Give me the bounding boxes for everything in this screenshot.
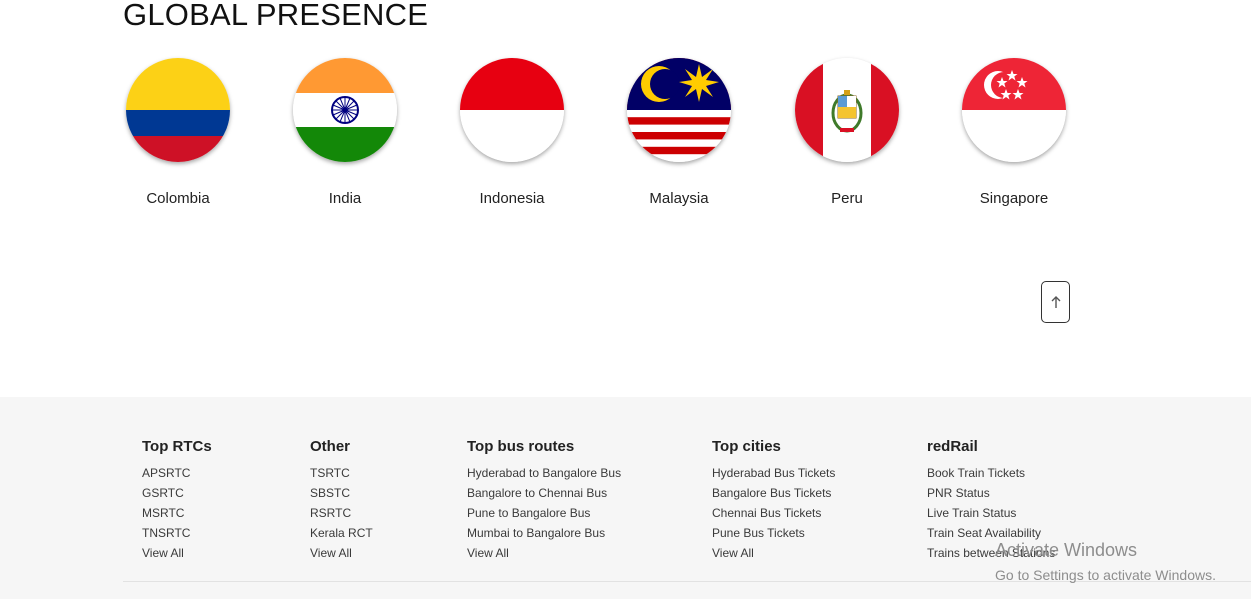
arrow-up-icon — [1051, 296, 1060, 308]
footer-divider — [123, 581, 1251, 582]
footer-link[interactable]: Live Train Status — [927, 503, 1055, 523]
footer-heading: Top cities — [712, 438, 781, 455]
footer-link[interactable]: Pune to Bangalore Bus — [467, 503, 621, 523]
country-label: Malaysia — [649, 190, 709, 207]
footer-heading: Other — [310, 438, 351, 455]
country-label: Colombia — [146, 190, 210, 207]
footer-link[interactable]: Bangalore to Chennai Bus — [467, 483, 621, 503]
colombia-flag-icon — [126, 58, 230, 162]
country-card-singapore[interactable]: Singapore — [944, 58, 1084, 207]
footer-link[interactable]: RSRTC — [310, 503, 373, 523]
country-card-indonesia[interactable]: Indonesia — [442, 58, 582, 207]
country-label: Peru — [831, 190, 863, 207]
india-flag-icon — [293, 58, 397, 162]
peru-flag-icon — [795, 58, 899, 162]
footer-view-all-link[interactable]: View All — [310, 543, 373, 563]
footer-link[interactable]: Train Seat Availability — [927, 523, 1055, 543]
footer-heading: Top bus routes — [467, 438, 575, 455]
footer-link[interactable]: Trains between Stations — [927, 543, 1055, 563]
country-card-india[interactable]: India — [275, 58, 415, 207]
indonesia-flag-icon — [460, 58, 564, 162]
country-card-malaysia[interactable]: Malaysia — [609, 58, 749, 207]
footer-link[interactable]: Hyderabad to Bangalore Bus — [467, 463, 621, 483]
country-card-colombia[interactable]: Colombia — [108, 58, 248, 207]
footer-link[interactable]: Mumbai to Bangalore Bus — [467, 523, 621, 543]
footer-column-top-rtcs: Top RTCs APSRTC GSRTC MSRTC TNSRTC View … — [142, 437, 212, 563]
footer-column-other: Other TSRTC SBSTC RSRTC Kerala RCT View … — [310, 437, 373, 563]
country-label: Singapore — [979, 190, 1049, 207]
footer-link[interactable]: GSRTC — [142, 483, 212, 503]
footer-link[interactable]: Pune Bus Tickets — [712, 523, 835, 543]
country-card-peru[interactable]: Peru — [777, 58, 917, 207]
global-presence-title: GLOBAL PRESENCE — [123, 0, 429, 32]
singapore-flag-icon — [962, 58, 1066, 162]
footer-view-all-link[interactable]: View All — [467, 543, 621, 563]
footer-column-top-cities: Top cities Hyderabad Bus Tickets Bangalo… — [712, 437, 835, 563]
footer-heading: Top RTCs — [142, 438, 212, 455]
footer-link[interactable]: Book Train Tickets — [927, 463, 1055, 483]
country-label: India — [328, 190, 362, 207]
footer-column-top-bus-routes: Top bus routes Hyderabad to Bangalore Bu… — [467, 437, 621, 563]
footer-link[interactable]: Kerala RCT — [310, 523, 373, 543]
footer-link[interactable]: MSRTC — [142, 503, 212, 523]
footer-link[interactable]: TSRTC — [310, 463, 373, 483]
country-flags-row: Colombia India Indonesia Malaysia Peru S… — [0, 58, 1251, 218]
scroll-to-top-button[interactable] — [1041, 281, 1070, 323]
footer-link[interactable]: APSRTC — [142, 463, 212, 483]
footer-link[interactable]: TNSRTC — [142, 523, 212, 543]
footer-view-all-link[interactable]: View All — [712, 543, 835, 563]
footer-view-all-link[interactable]: View All — [142, 543, 212, 563]
footer-link[interactable]: PNR Status — [927, 483, 1055, 503]
footer-heading: redRail — [927, 438, 978, 455]
country-label: Indonesia — [479, 190, 545, 207]
footer-link[interactable]: SBSTC — [310, 483, 373, 503]
footer-link[interactable]: Chennai Bus Tickets — [712, 503, 835, 523]
malaysia-flag-icon — [627, 58, 731, 162]
footer-link[interactable]: Hyderabad Bus Tickets — [712, 463, 835, 483]
footer-link[interactable]: Bangalore Bus Tickets — [712, 483, 835, 503]
footer-column-redrail: redRail Book Train Tickets PNR Status Li… — [927, 437, 1055, 563]
site-footer: Top RTCs APSRTC GSRTC MSRTC TNSRTC View … — [0, 397, 1251, 599]
